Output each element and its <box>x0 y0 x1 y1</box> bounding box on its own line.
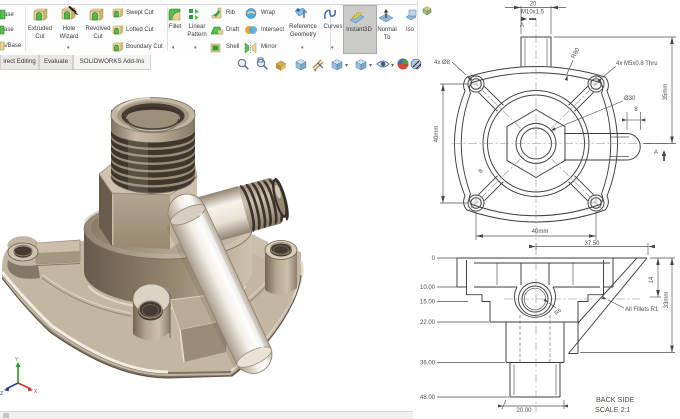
svg-text:Y: Y <box>15 357 19 363</box>
svg-text:All Fillets R1: All Fillets R1 <box>625 307 659 313</box>
svg-text:R6: R6 <box>554 308 563 317</box>
svg-text:M10x1.5: M10x1.5 <box>521 10 545 16</box>
svg-text:A: A <box>654 150 658 156</box>
svg-text:20: 20 <box>530 2 537 8</box>
svg-text:▾: ▾ <box>345 63 348 69</box>
svg-text:15.00: 15.00 <box>420 300 436 306</box>
svg-text:40mm: 40mm <box>532 229 549 235</box>
svg-text:4x M5x0.8 Thru: 4x M5x0.8 Thru <box>616 61 658 67</box>
svg-text:48.00: 48.00 <box>420 395 436 401</box>
svg-text:35mm: 35mm <box>663 84 669 101</box>
svg-text:20.00: 20.00 <box>516 408 532 414</box>
svg-text:8: 8 <box>634 107 638 113</box>
svg-text:10.00: 10.00 <box>420 285 436 291</box>
svg-text:B: B <box>478 168 485 175</box>
svg-text:40mm: 40mm <box>434 126 440 143</box>
svg-text:0: 0 <box>432 256 436 262</box>
svg-text:BACK SIDE: BACK SIDE <box>596 395 635 404</box>
svg-text:37.50: 37.50 <box>584 241 600 247</box>
svg-text:SCALE 2:1: SCALE 2:1 <box>595 405 631 414</box>
svg-text:22.00: 22.00 <box>420 320 436 326</box>
svg-text:X: X <box>34 389 38 395</box>
svg-text:Z: Z <box>0 391 3 397</box>
svg-text:Ø30: Ø30 <box>624 96 636 102</box>
svg-text:36.00: 36.00 <box>420 361 436 367</box>
svg-text:A: A <box>520 23 524 29</box>
svg-text:4x Ø8: 4x Ø8 <box>434 60 451 66</box>
svg-text:R80: R80 <box>571 47 582 60</box>
svg-text:14: 14 <box>649 276 655 283</box>
svg-text:▾: ▾ <box>391 63 394 69</box>
svg-text:▾: ▾ <box>369 63 372 69</box>
svg-text:33mm: 33mm <box>664 292 670 309</box>
